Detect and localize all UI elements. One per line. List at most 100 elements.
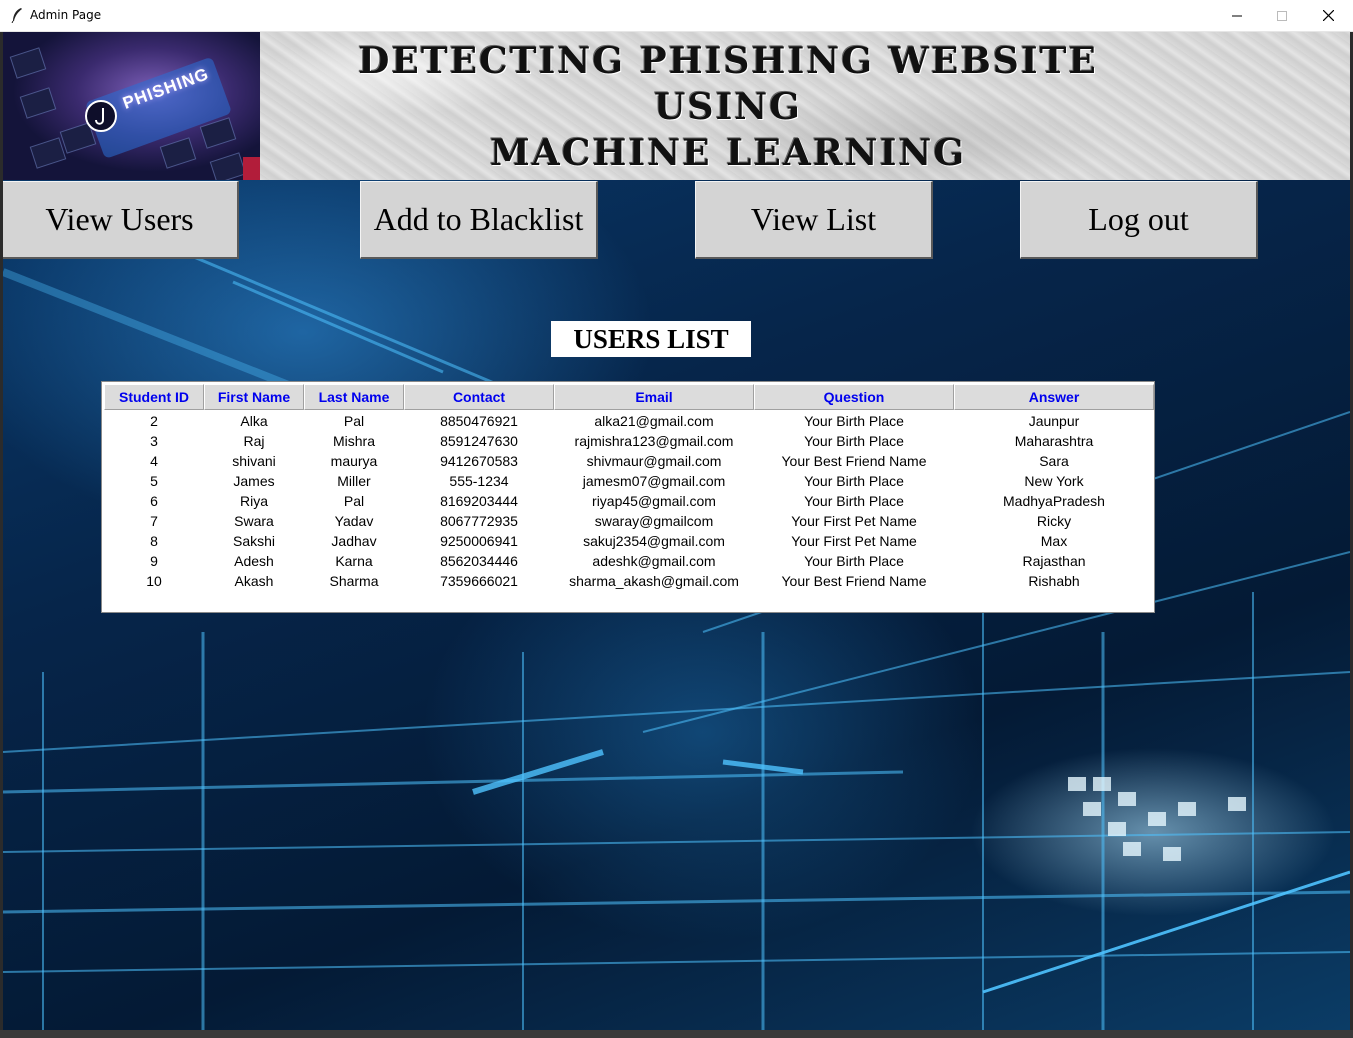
table-cell: riyap45@gmail.com <box>592 493 716 509</box>
view-list-button[interactable]: View List <box>695 181 933 259</box>
table-row[interactable]: 5 James Miller 555-1234 jamesm07@gmail.c… <box>104 471 1154 491</box>
table-cell: Swara <box>234 513 274 529</box>
table-row[interactable]: 4 shivani maurya 9412670583 shivmaur@gma… <box>104 451 1154 471</box>
table-cell: Your Birth Place <box>804 493 904 509</box>
table-cell: 555-1234 <box>449 473 509 489</box>
table-cell: Your Best Friend Name <box>781 453 927 469</box>
table-cell: 8850476921 <box>440 413 518 429</box>
add-to-blacklist-button[interactable]: Add to Blacklist <box>360 181 598 259</box>
minimize-button[interactable] <box>1214 0 1260 31</box>
column-header[interactable]: Student ID <box>104 384 204 410</box>
feather-icon <box>11 8 22 23</box>
table-cell: shivmaur@gmail.com <box>586 453 722 469</box>
table-cell: Your Birth Place <box>804 433 904 449</box>
table-cell: 8169203444 <box>440 493 518 509</box>
table-cell: Sara <box>1039 453 1069 469</box>
table-cell: 8067772935 <box>440 513 518 529</box>
app-title: DETECTING PHISHING WEBSITE USING MACHINE… <box>263 38 1193 176</box>
maximize-button[interactable] <box>1259 0 1305 31</box>
table-row[interactable]: 7 Swara Yadav 8067772935 swaray@gmailcom… <box>104 511 1154 531</box>
table-cell: Pal <box>343 413 365 429</box>
column-header[interactable]: Contact <box>404 384 554 410</box>
table-cell: Pal <box>343 493 365 509</box>
table-cell: Raj <box>243 433 265 449</box>
table-cell: Miller <box>337 473 371 489</box>
table-cell: Your Birth Place <box>804 413 904 429</box>
table-cell: 5 <box>150 473 158 489</box>
table-cell: sakuj2354@gmail.com <box>583 533 725 549</box>
table-cell: 7359666021 <box>440 573 518 589</box>
admin-window-content: PHISHING DETECTING PHISHING WEBSITE USIN… <box>3 32 1350 1030</box>
table-row[interactable]: 8 Sakshi Jadhav 9250006941 sakuj2354@gma… <box>104 531 1154 551</box>
window-title: Admin Page <box>30 8 102 22</box>
table-cell: Jaunpur <box>1028 413 1080 429</box>
table-cell: Yadav <box>334 513 374 529</box>
table-cell: Max <box>1040 533 1068 549</box>
table-cell: Alka <box>240 413 268 429</box>
table-cell: swaray@gmailcom <box>594 513 714 529</box>
table-cell: Jadhav <box>331 533 377 549</box>
table-cell: maurya <box>330 453 378 469</box>
table-row[interactable]: 6 Riya Pal 8169203444 riyap45@gmail.com … <box>104 491 1154 511</box>
table-cell: MadhyaPradesh <box>1003 493 1105 509</box>
app-title-line: MACHINE LEARNING <box>489 132 967 174</box>
table-cell: Ricky <box>1036 513 1072 529</box>
column-header[interactable]: Answer <box>954 384 1154 410</box>
table-cell: Your First Pet Name <box>791 533 917 549</box>
header-banner: PHISHING DETECTING PHISHING WEBSITE USIN… <box>3 32 1350 180</box>
table-cell: 8591247630 <box>440 433 518 449</box>
table-cell: Karna <box>335 553 373 569</box>
table-cell: Maharashtra <box>1014 433 1094 449</box>
table-cell: 2 <box>150 413 158 429</box>
table-cell: Your Birth Place <box>804 473 904 489</box>
table-cell: rajmishra123@gmail.com <box>574 433 734 449</box>
column-header[interactable]: Email <box>554 384 754 410</box>
view-users-button[interactable]: View Users <box>3 181 239 259</box>
column-header[interactable]: Last Name <box>304 384 404 410</box>
app-title-line: USING <box>654 86 802 128</box>
table-cell: Sharma <box>329 573 379 589</box>
table-cell: sharma_akash@gmail.com <box>569 573 739 589</box>
table-cell: 9412670583 <box>440 453 518 469</box>
table-cell: 7 <box>150 513 158 529</box>
table-cell: 3 <box>150 433 158 449</box>
table-cell: 10 <box>146 573 162 589</box>
table-cell: Adesh <box>234 553 274 569</box>
close-icon <box>1322 10 1334 21</box>
table-cell: shivani <box>232 453 276 469</box>
close-button[interactable] <box>1305 0 1351 31</box>
table-cell: 8562034446 <box>440 553 518 569</box>
table-row[interactable]: 2 Alka Pal 8850476921 alka21@gmail.com Y… <box>104 411 1154 431</box>
users-table[interactable]: Student ID First Name Last Name Contact … <box>101 381 1155 613</box>
column-header[interactable]: Question <box>754 384 954 410</box>
minimize-icon <box>1232 15 1242 16</box>
table-row[interactable]: 9 Adesh Karna 8562034446 adeshk@gmail.co… <box>104 551 1154 571</box>
maximize-icon <box>1277 10 1287 21</box>
table-cell: Riya <box>239 493 268 509</box>
window-titlebar: Admin Page <box>0 0 1353 32</box>
table-cell: 9 <box>150 553 158 569</box>
table-cell: 6 <box>150 493 158 509</box>
app-title-line: DETECTING PHISHING WEBSITE <box>358 40 1098 82</box>
table-cell: Mishra <box>332 433 375 449</box>
table-cell: Akash <box>234 573 274 589</box>
table-cell: Rajasthan <box>1022 553 1086 569</box>
table-cell: Your Birth Place <box>804 553 904 569</box>
table-cell: Sakshi <box>232 533 276 549</box>
table-row[interactable]: 3 Raj Mishra 8591247630 rajmishra123@gma… <box>104 431 1154 451</box>
table-cell: adeshk@gmail.com <box>592 553 716 569</box>
log-out-button[interactable]: Log out <box>1020 181 1258 259</box>
table-body: 2 Alka Pal 8850476921 alka21@gmail.com Y… <box>104 411 1154 591</box>
window-bottom-border <box>0 1030 1353 1038</box>
table-cell: 9250006941 <box>440 533 518 549</box>
column-header[interactable]: First Name <box>204 384 304 410</box>
table-cell: James <box>233 473 275 489</box>
table-cell: New York <box>1024 473 1084 489</box>
table-row[interactable]: 10 Akash Sharma 7359666021 sharma_akash@… <box>104 571 1154 591</box>
table-cell: Your First Pet Name <box>791 513 917 529</box>
table-cell: 4 <box>150 453 158 469</box>
table-cell: 8 <box>150 533 158 549</box>
users-list-heading: USERS LIST <box>551 321 751 357</box>
table-cell: Rishabh <box>1028 573 1080 589</box>
phishing-logo: PHISHING <box>3 32 260 180</box>
